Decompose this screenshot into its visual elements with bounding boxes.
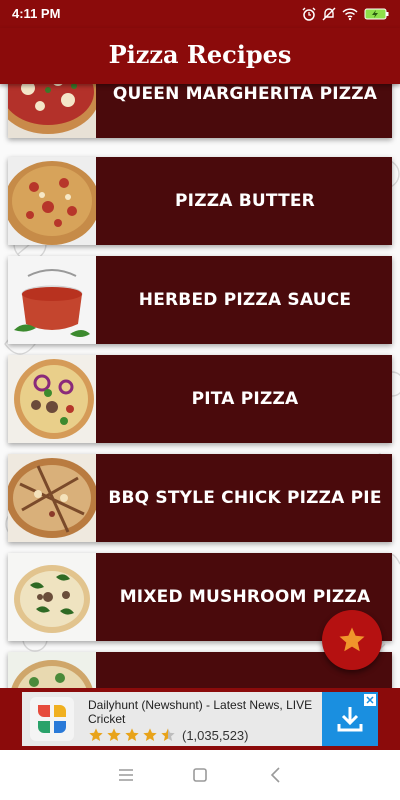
close-icon[interactable] <box>364 694 376 706</box>
ad-content[interactable]: Dailyhunt (Newshunt) - Latest News, LIVE… <box>22 692 378 746</box>
favorites-button[interactable] <box>322 610 382 670</box>
star-icon <box>339 627 365 652</box>
recipe-card[interactable]: PIZZA BUTTER <box>8 157 392 245</box>
star-icon <box>125 728 139 741</box>
status-icons <box>302 5 390 23</box>
recipe-card[interactable]: HERBED PIZZA SAUCE <box>8 256 392 344</box>
recipe-list-container[interactable]: QUEEN MARGHERITA PIZZA PIZZA BUTTER HERB… <box>0 84 400 688</box>
mute-icon <box>322 7 336 21</box>
recipe-thumbnail <box>8 84 96 138</box>
star-icon <box>143 728 157 741</box>
half-star-icon <box>161 728 175 741</box>
star-icon <box>89 728 103 741</box>
page-title: Pizza Recipes <box>108 40 292 69</box>
recipe-title: QUEEN MARGHERITA PIZZA <box>112 84 378 104</box>
recipe-thumbnail <box>8 157 96 245</box>
recipe-title: BBQ STYLE CHICK PIZZA PIE <box>108 488 382 508</box>
recipe-thumbnail <box>8 454 96 542</box>
recipe-title: PIZZA BUTTER <box>175 191 315 211</box>
battery-charging-icon <box>364 8 389 20</box>
dailyhunt-app-icon <box>30 697 74 741</box>
recipe-title: HERBED PIZZA SAUCE <box>138 290 352 310</box>
alarm-icon <box>302 7 316 21</box>
wifi-icon <box>342 8 358 21</box>
status-bar: 4:11 PM <box>0 0 400 28</box>
app-bar: Pizza Recipes <box>0 28 400 84</box>
status-time: 4:11 PM <box>12 6 61 21</box>
recipe-card[interactable]: BBQ STYLE CHICK PIZZA PIE <box>8 454 392 542</box>
recipe-thumbnail <box>8 652 96 688</box>
back-icon[interactable] <box>266 765 286 785</box>
home-icon[interactable] <box>190 765 210 785</box>
recipe-card[interactable]: PITA PIZZA <box>8 355 392 443</box>
ad-rating-count: (1,035,523) <box>182 727 249 743</box>
recipe-thumbnail <box>8 355 96 443</box>
recipe-thumbnail <box>8 256 96 344</box>
recents-icon[interactable] <box>116 765 136 785</box>
ad-banner: Dailyhunt (Newshunt) - Latest News, LIVE… <box>0 688 400 750</box>
star-icon <box>107 728 121 741</box>
recipe-thumbnail <box>8 553 96 641</box>
recipe-title: PITA PIZZA <box>191 389 299 409</box>
ad-rating: (1,035,523) <box>88 727 249 743</box>
install-icon <box>337 707 363 732</box>
recipe-card[interactable]: QUEEN MARGHERITA PIZZA <box>8 84 392 138</box>
ad-title: Dailyhunt (Newshunt) - Latest News, LIVE… <box>88 698 313 726</box>
system-nav-bar <box>0 750 400 800</box>
